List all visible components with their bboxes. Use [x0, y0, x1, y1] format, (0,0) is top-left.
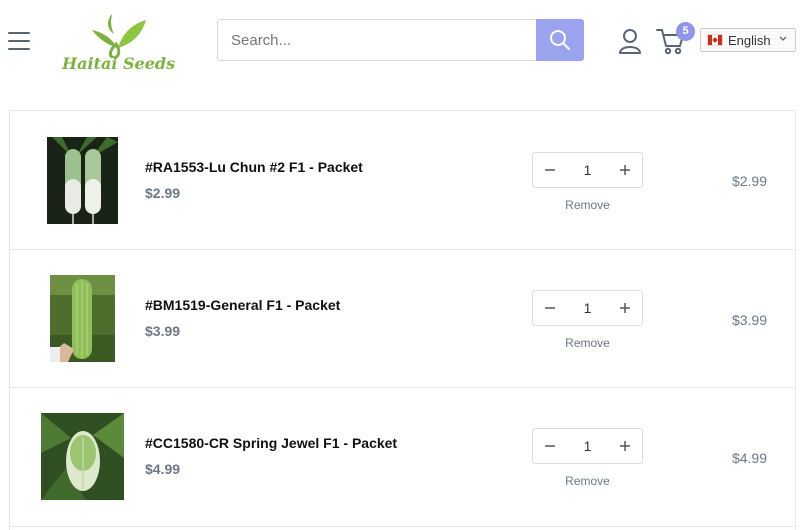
- minus-icon: [545, 445, 555, 447]
- decrease-quantity-button[interactable]: [533, 153, 567, 187]
- quantity-value[interactable]: 1: [567, 429, 608, 463]
- minus-icon: [545, 169, 555, 171]
- account-button[interactable]: [618, 28, 642, 54]
- quantity-stepper: 1: [532, 289, 643, 326]
- product-title[interactable]: #RA1553-Lu Chun #2 F1 - Packet: [145, 159, 363, 175]
- quantity-stepper: 1: [532, 428, 643, 464]
- remove-link[interactable]: Remove: [532, 474, 643, 488]
- search-input[interactable]: [217, 19, 536, 61]
- decrease-quantity-button[interactable]: [533, 429, 567, 463]
- language-label: English: [728, 32, 771, 48]
- product-image-chinese-cabbage[interactable]: [41, 413, 124, 500]
- search-icon: [550, 30, 570, 50]
- plus-icon: [620, 302, 630, 313]
- plus-icon: [620, 165, 630, 175]
- logo-text: Haitai Seeds: [62, 54, 176, 73]
- quantity-value[interactable]: 1: [567, 153, 608, 187]
- bitter-melon-product-image: [50, 274, 115, 362]
- language-selector[interactable]: English: [700, 28, 796, 52]
- increase-quantity-button[interactable]: [608, 153, 642, 187]
- chevron-down-icon: [779, 36, 787, 41]
- line-total: $3.99: [731, 311, 767, 328]
- cart-count-badge: 5: [676, 22, 695, 41]
- quantity-value[interactable]: 1: [567, 291, 608, 325]
- product-price: $2.99: [145, 185, 181, 201]
- minus-icon: [545, 306, 555, 309]
- decrease-quantity-button[interactable]: [533, 291, 567, 325]
- quantity-stepper: 1: [532, 152, 643, 188]
- account-icon: [619, 29, 641, 54]
- search-button[interactable]: [536, 19, 584, 61]
- line-total: $2.99: [731, 173, 767, 189]
- radish-product-image: [47, 137, 118, 224]
- cart-line-item: #CC1580-CR Spring Jewel F1 - Packet $4.9…: [10, 388, 795, 527]
- product-image-radish[interactable]: [47, 137, 118, 224]
- canada-flag-icon: [707, 34, 723, 46]
- menu-icon[interactable]: [8, 32, 30, 50]
- product-title[interactable]: #CC1580-CR Spring Jewel F1 - Packet: [145, 435, 397, 451]
- cart-line-item: #BM1519-General F1 - Packet $3.99 1 Remo…: [10, 250, 795, 388]
- cabbage-product-image: [41, 413, 124, 500]
- remove-link[interactable]: Remove: [532, 198, 643, 212]
- search-bar: [217, 19, 584, 61]
- product-image-bitter-melon[interactable]: [50, 274, 115, 362]
- product-price: $4.99: [145, 461, 181, 477]
- cart-line-item: #RA1553-Lu Chun #2 F1 - Packet $2.99 1 R…: [10, 111, 795, 250]
- site-header: Haitai Seeds 5 English: [0, 0, 800, 85]
- cart-line-items: #RA1553-Lu Chun #2 F1 - Packet $2.99 1 R…: [9, 110, 796, 530]
- increase-quantity-button[interactable]: [608, 429, 642, 463]
- leaf-logo-icon: [92, 14, 146, 60]
- remove-link[interactable]: Remove: [532, 336, 643, 350]
- product-title[interactable]: #BM1519-General F1 - Packet: [145, 297, 340, 313]
- product-price: $3.99: [145, 322, 181, 339]
- plus-icon: [620, 441, 630, 451]
- increase-quantity-button[interactable]: [608, 291, 642, 325]
- logo[interactable]: Haitai Seeds: [62, 8, 176, 74]
- line-total: $4.99: [731, 450, 767, 466]
